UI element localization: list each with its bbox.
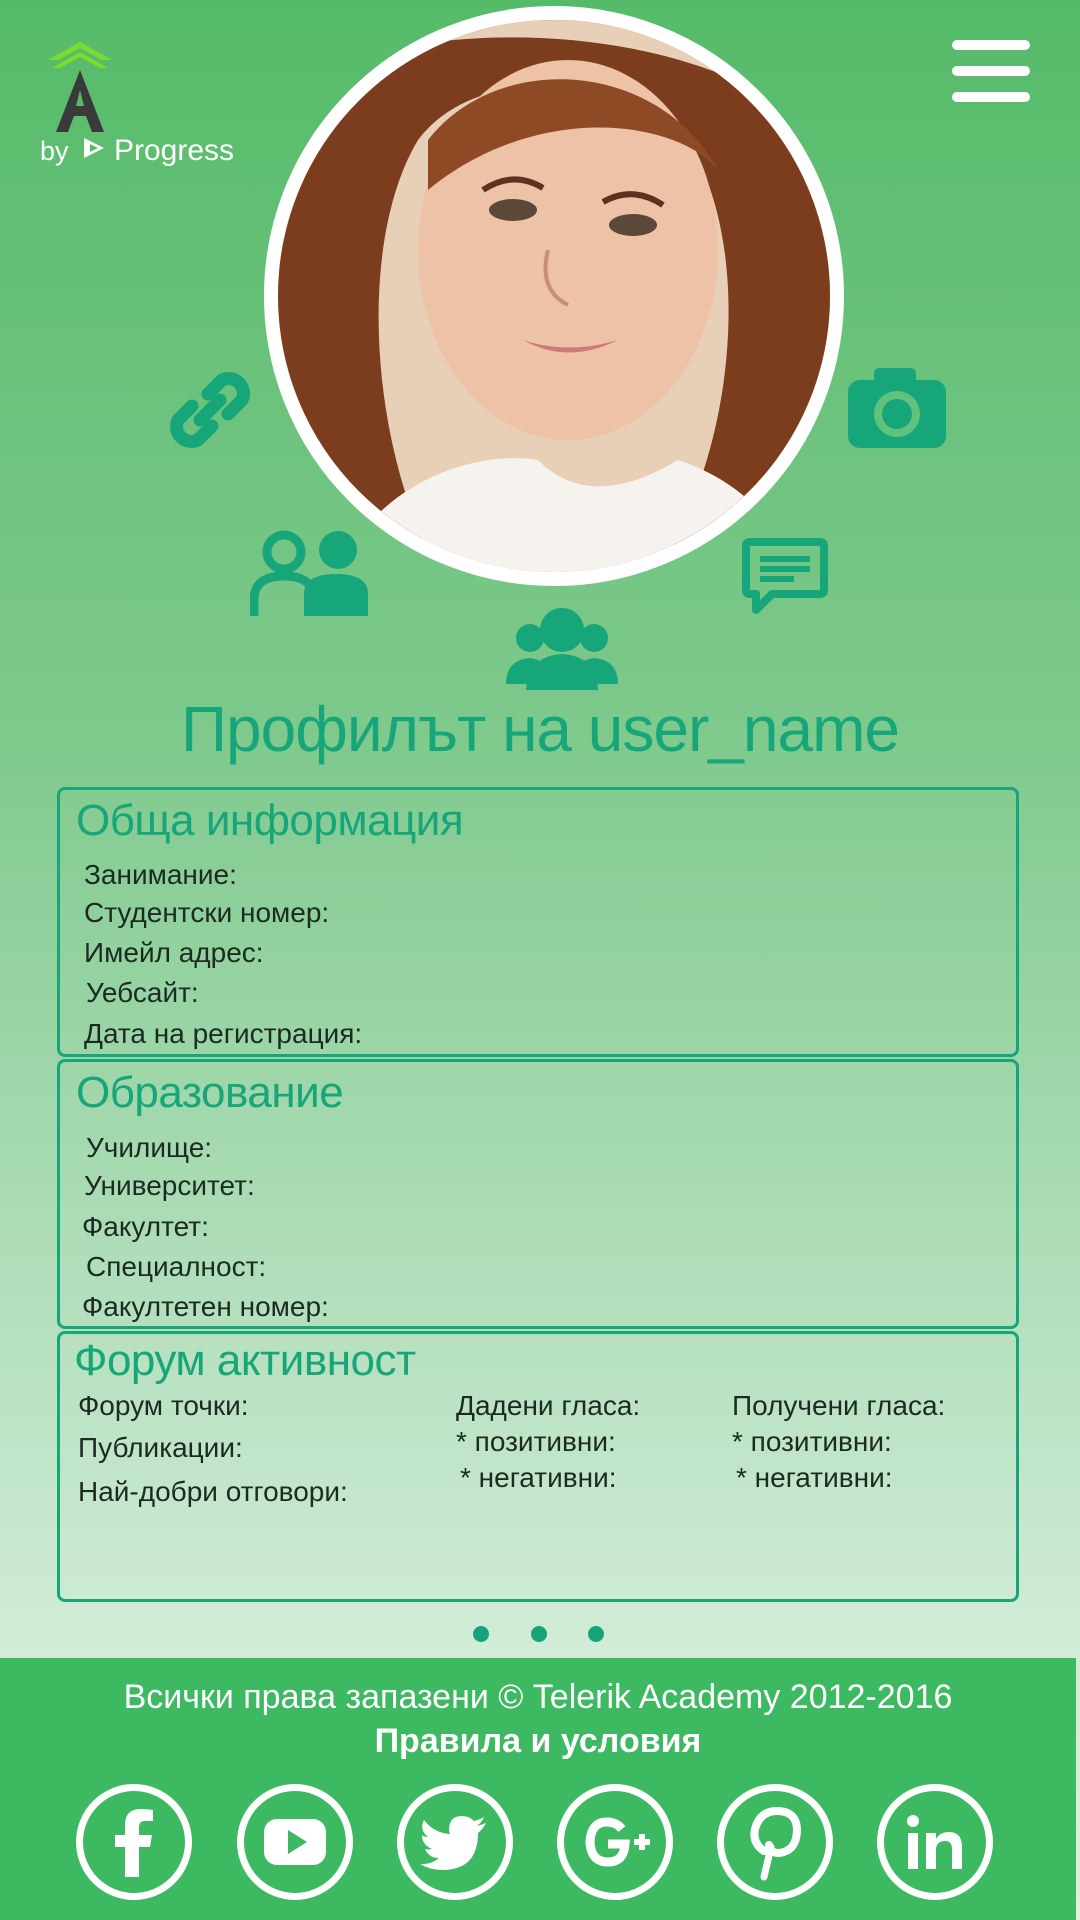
menu-line <box>952 92 1030 102</box>
specialty-label: Специалност: <box>86 1251 267 1282</box>
friends-icon[interactable] <box>250 530 370 616</box>
academy-logo-icon <box>48 42 112 132</box>
publications-label: Публикации: <box>78 1432 243 1463</box>
pager-dot-1[interactable] <box>473 1626 489 1642</box>
education-title: Образование <box>76 1068 344 1117</box>
logo-progress-text: Progress <box>114 134 235 167</box>
link-icon[interactable] <box>168 368 252 452</box>
website-label: Уебсайт: <box>86 977 199 1008</box>
telerik-academy-logo[interactable]: by Progress <box>40 42 240 172</box>
twitter-icon[interactable] <box>397 1784 513 1900</box>
page-title: Профилът на user_name <box>181 693 900 765</box>
education-panel: Образование Училище: Университет: Факулт… <box>57 1059 1019 1329</box>
profile-avatar[interactable] <box>264 6 844 586</box>
given-negative-label: * негативни: <box>460 1462 617 1493</box>
general-info-panel: Обща информация Занимание: Студентски но… <box>57 787 1019 1057</box>
faculty-number-label: Факултетен номер: <box>82 1291 329 1322</box>
facebook-icon[interactable] <box>76 1784 192 1900</box>
registration-date-label: Дата на регистрация: <box>84 1018 363 1049</box>
group-icon[interactable] <box>506 604 618 690</box>
youtube-icon[interactable] <box>237 1784 353 1900</box>
school-label: Училище: <box>86 1132 213 1163</box>
email-label: Имейл адрес: <box>84 937 264 968</box>
received-negative-label: * негативни: <box>736 1462 893 1493</box>
camera-icon[interactable] <box>848 368 946 448</box>
progress-mark-icon <box>84 138 104 158</box>
forum-activity-title: Форум активност <box>74 1336 416 1385</box>
received-positive-label: * позитивни: <box>732 1426 892 1457</box>
forum-points-label: Форум точки: <box>78 1390 249 1421</box>
general-info-title: Обща информация <box>76 796 464 845</box>
chat-icon[interactable] <box>742 538 828 614</box>
terms-link[interactable]: Правила и условия <box>0 1722 1076 1761</box>
menu-line <box>952 66 1030 76</box>
menu-line <box>952 40 1030 50</box>
pager-dot-2[interactable] <box>531 1626 547 1642</box>
hamburger-menu-button[interactable] <box>952 40 1030 102</box>
given-votes-label: Дадени гласа: <box>456 1390 641 1421</box>
avatar-portrait <box>278 20 830 572</box>
linkedin-icon[interactable] <box>877 1784 993 1900</box>
forum-activity-panel: Форум активност Форум точки: Публикации:… <box>57 1331 1019 1602</box>
best-answers-label: Най-добри отговори: <box>78 1476 348 1507</box>
university-label: Университет: <box>84 1170 255 1201</box>
pinterest-icon[interactable] <box>717 1784 833 1900</box>
student-number-label: Студентски номер: <box>84 897 330 928</box>
logo-by-text: by <box>40 136 69 166</box>
faculty-label: Факултет: <box>82 1211 209 1242</box>
footer: Всички права запазени © Telerik Academy … <box>0 1658 1076 1920</box>
copyright-text: Всички права запазени © Telerik Academy … <box>123 1678 953 1716</box>
google-plus-icon[interactable] <box>557 1784 673 1900</box>
occupation-label: Занимание: <box>84 859 237 890</box>
given-positive-label: * позитивни: <box>456 1426 616 1457</box>
pager-dot-3[interactable] <box>588 1626 604 1642</box>
received-votes-label: Получени гласа: <box>732 1390 946 1421</box>
